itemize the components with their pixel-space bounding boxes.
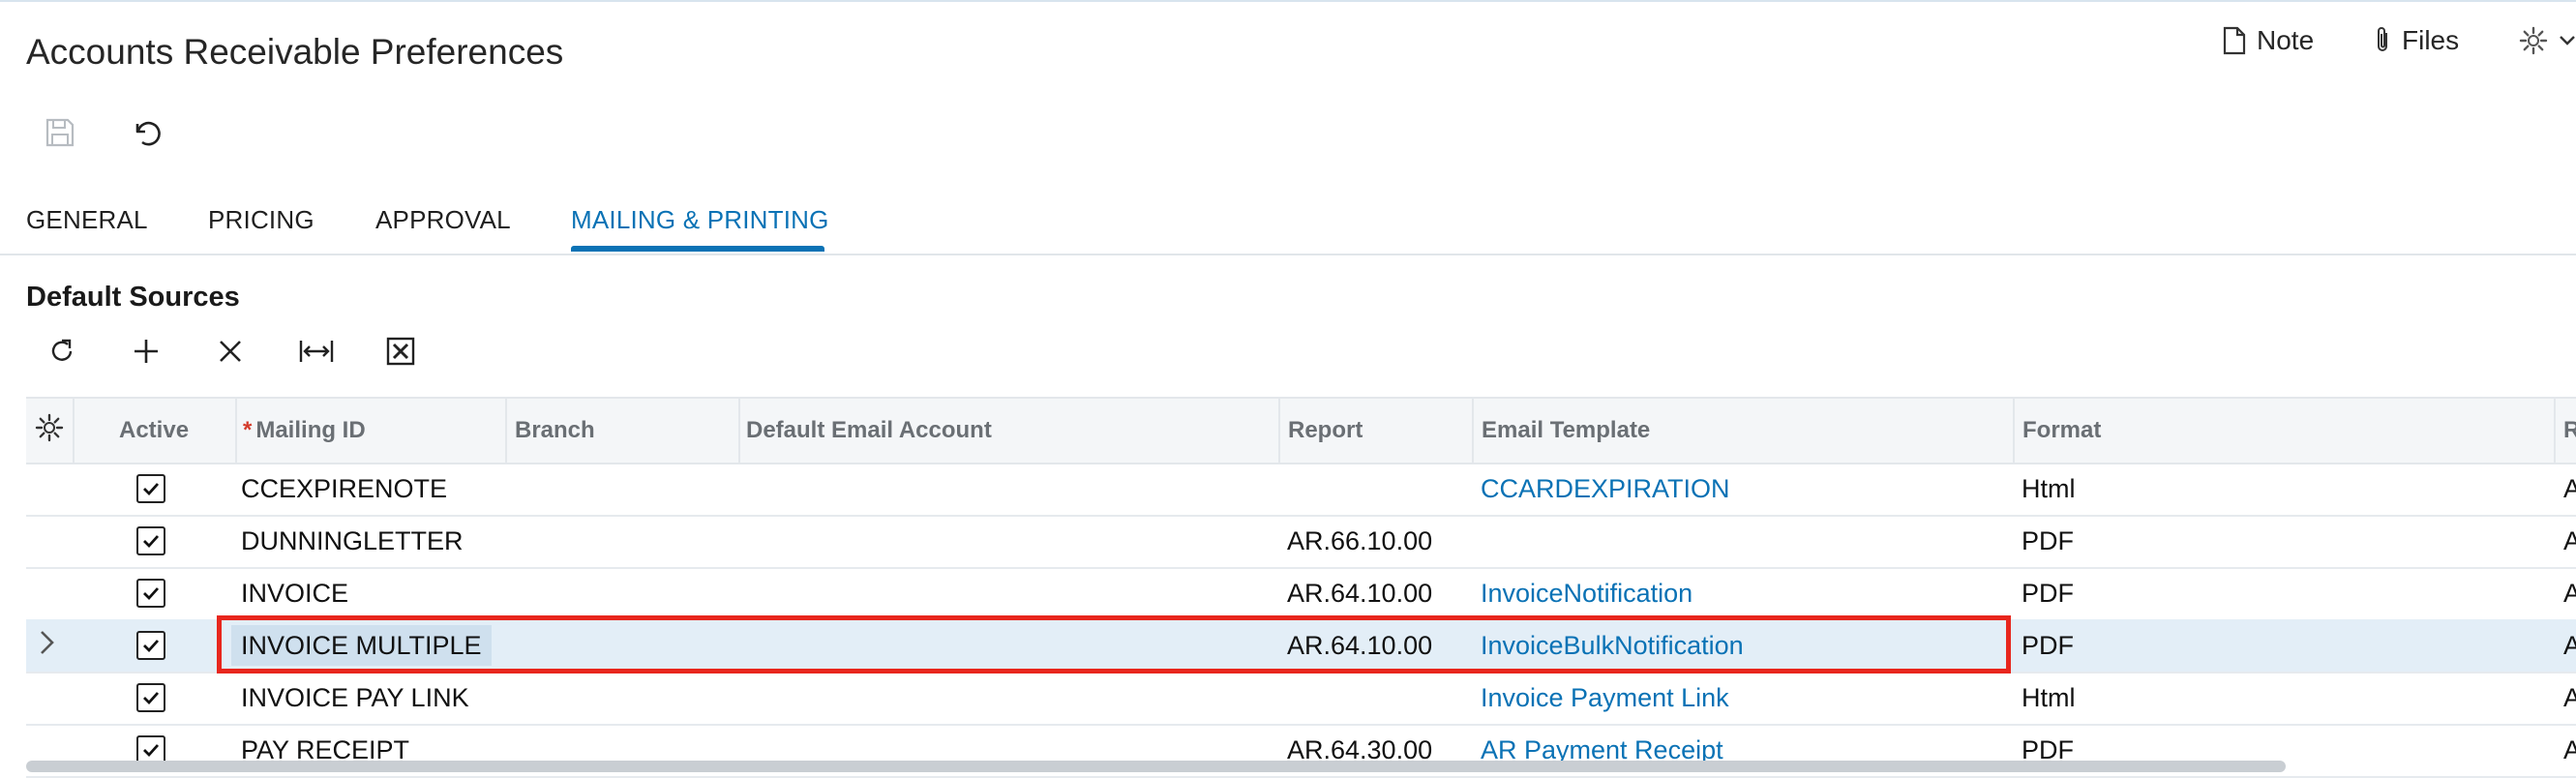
column-separator	[2013, 399, 2015, 463]
column-header-branch[interactable]: Branch	[515, 399, 595, 463]
column-separator	[1278, 399, 1280, 463]
mailing-id-cell[interactable]: CCEXPIRENOTE	[241, 463, 447, 515]
format-cell[interactable]: Html	[2022, 463, 2076, 515]
table-row[interactable]: DUNNINGLETTER AR.66.10.00 PDF A	[26, 515, 2576, 569]
next-cell[interactable]: A	[2563, 724, 2576, 776]
section-title: Default Sources	[26, 282, 240, 313]
tab-bar: GENERAL PRICING APPROVAL MAILING & PRINT…	[0, 194, 2576, 255]
document-icon	[2222, 26, 2247, 55]
column-separator	[738, 399, 740, 463]
save-button[interactable]	[39, 113, 81, 156]
column-settings-button[interactable]	[34, 399, 65, 463]
tab-mailing-printing[interactable]: MAILING & PRINTING	[571, 205, 829, 235]
undo-icon	[129, 116, 162, 154]
column-separator	[73, 399, 75, 463]
checkbox[interactable]	[136, 579, 165, 608]
next-cell[interactable]: A	[2563, 567, 2576, 619]
format-cell[interactable]: PDF	[2022, 619, 2074, 672]
add-row-button[interactable]	[125, 332, 167, 374]
active-checkbox-cell[interactable]	[136, 672, 165, 724]
checkbox[interactable]	[136, 526, 165, 555]
add-icon	[131, 336, 162, 372]
excel-export-button[interactable]	[379, 332, 422, 374]
settings-menu-button[interactable]	[2518, 25, 2576, 56]
column-separator	[235, 399, 237, 463]
column-header-default-email-account[interactable]: Default Email Account	[746, 399, 992, 463]
checkbox[interactable]	[136, 683, 165, 712]
column-header-email-template[interactable]: Email Template	[1482, 399, 1650, 463]
email-template-link[interactable]: CCARDEXPIRATION	[1481, 463, 1730, 515]
fit-columns-button[interactable]	[295, 332, 338, 374]
tab-pricing[interactable]: PRICING	[208, 205, 315, 235]
highlight-annotation-box	[217, 615, 2011, 673]
table-row[interactable]: CCEXPIRENOTE CCARDEXPIRATION Html A	[26, 463, 2576, 517]
required-marker: *	[243, 417, 253, 443]
excel-export-icon	[385, 336, 416, 372]
gear-icon	[34, 412, 65, 450]
save-icon	[44, 116, 76, 154]
active-checkbox-cell[interactable]	[136, 515, 165, 567]
active-checkbox-cell[interactable]	[136, 463, 165, 515]
files-label: Files	[2402, 25, 2460, 55]
active-checkbox-cell[interactable]	[136, 619, 165, 672]
email-template-link[interactable]: InvoiceNotification	[1481, 567, 1692, 619]
fit-columns-icon	[298, 336, 335, 372]
report-cell[interactable]: AR.66.10.00	[1287, 515, 1432, 567]
files-button[interactable]: Files	[2373, 25, 2459, 56]
mailing-id-cell[interactable]: DUNNINGLETTER	[241, 515, 464, 567]
delete-row-button[interactable]	[209, 332, 252, 374]
column-header-format[interactable]: Format	[2022, 399, 2101, 463]
table-row[interactable]: INVOICE AR.64.10.00 InvoiceNotification …	[26, 567, 2576, 621]
page-title: Accounts Receivable Preferences	[26, 32, 564, 72]
email-template-link[interactable]: Invoice Payment Link	[1481, 672, 1729, 724]
format-cell[interactable]: Html	[2022, 672, 2076, 724]
horizontal-scrollbar[interactable]	[26, 761, 2286, 772]
column-header-next[interactable]: R	[2563, 399, 2576, 463]
column-header-report[interactable]: Report	[1288, 399, 1363, 463]
column-header-active[interactable]: Active	[119, 399, 189, 463]
next-cell[interactable]: A	[2563, 619, 2576, 672]
column-header-mailing-id[interactable]: * Mailing ID	[243, 399, 366, 463]
tab-general[interactable]: GENERAL	[26, 205, 148, 235]
paperclip-icon	[2373, 25, 2392, 56]
checkbox[interactable]	[136, 474, 165, 503]
next-cell[interactable]: A	[2563, 672, 2576, 724]
row-expand-button[interactable]	[36, 619, 59, 672]
top-border	[0, 0, 2576, 2]
note-button[interactable]: Note	[2222, 25, 2314, 56]
report-cell[interactable]: AR.64.10.00	[1287, 567, 1432, 619]
active-tab-indicator	[571, 246, 824, 252]
column-separator	[505, 399, 507, 463]
column-separator	[1472, 399, 1474, 463]
next-cell[interactable]: A	[2563, 463, 2576, 515]
refresh-icon	[46, 336, 77, 372]
format-cell[interactable]: PDF	[2022, 515, 2074, 567]
gear-icon	[2518, 25, 2549, 56]
mailing-id-cell[interactable]: INVOICE	[241, 567, 348, 619]
refresh-button[interactable]	[41, 332, 83, 374]
undo-button[interactable]	[124, 113, 166, 156]
mailing-id-cell[interactable]: INVOICE PAY LINK	[241, 672, 469, 724]
delete-icon	[216, 337, 245, 371]
active-checkbox-cell[interactable]	[136, 567, 165, 619]
note-label: Note	[2257, 25, 2315, 55]
format-cell[interactable]: PDF	[2022, 567, 2074, 619]
chevron-right-icon	[36, 628, 59, 664]
grid-header: Active * Mailing ID Branch Default Email…	[26, 397, 2576, 464]
tab-approval[interactable]: APPROVAL	[375, 205, 511, 235]
column-header-label: Mailing ID	[255, 417, 366, 443]
next-cell[interactable]: A	[2563, 515, 2576, 567]
checkbox[interactable]	[136, 631, 165, 660]
table-row[interactable]: INVOICE PAY LINK Invoice Payment Link Ht…	[26, 672, 2576, 726]
chevron-down-icon	[2559, 35, 2576, 46]
column-separator	[2554, 399, 2556, 463]
